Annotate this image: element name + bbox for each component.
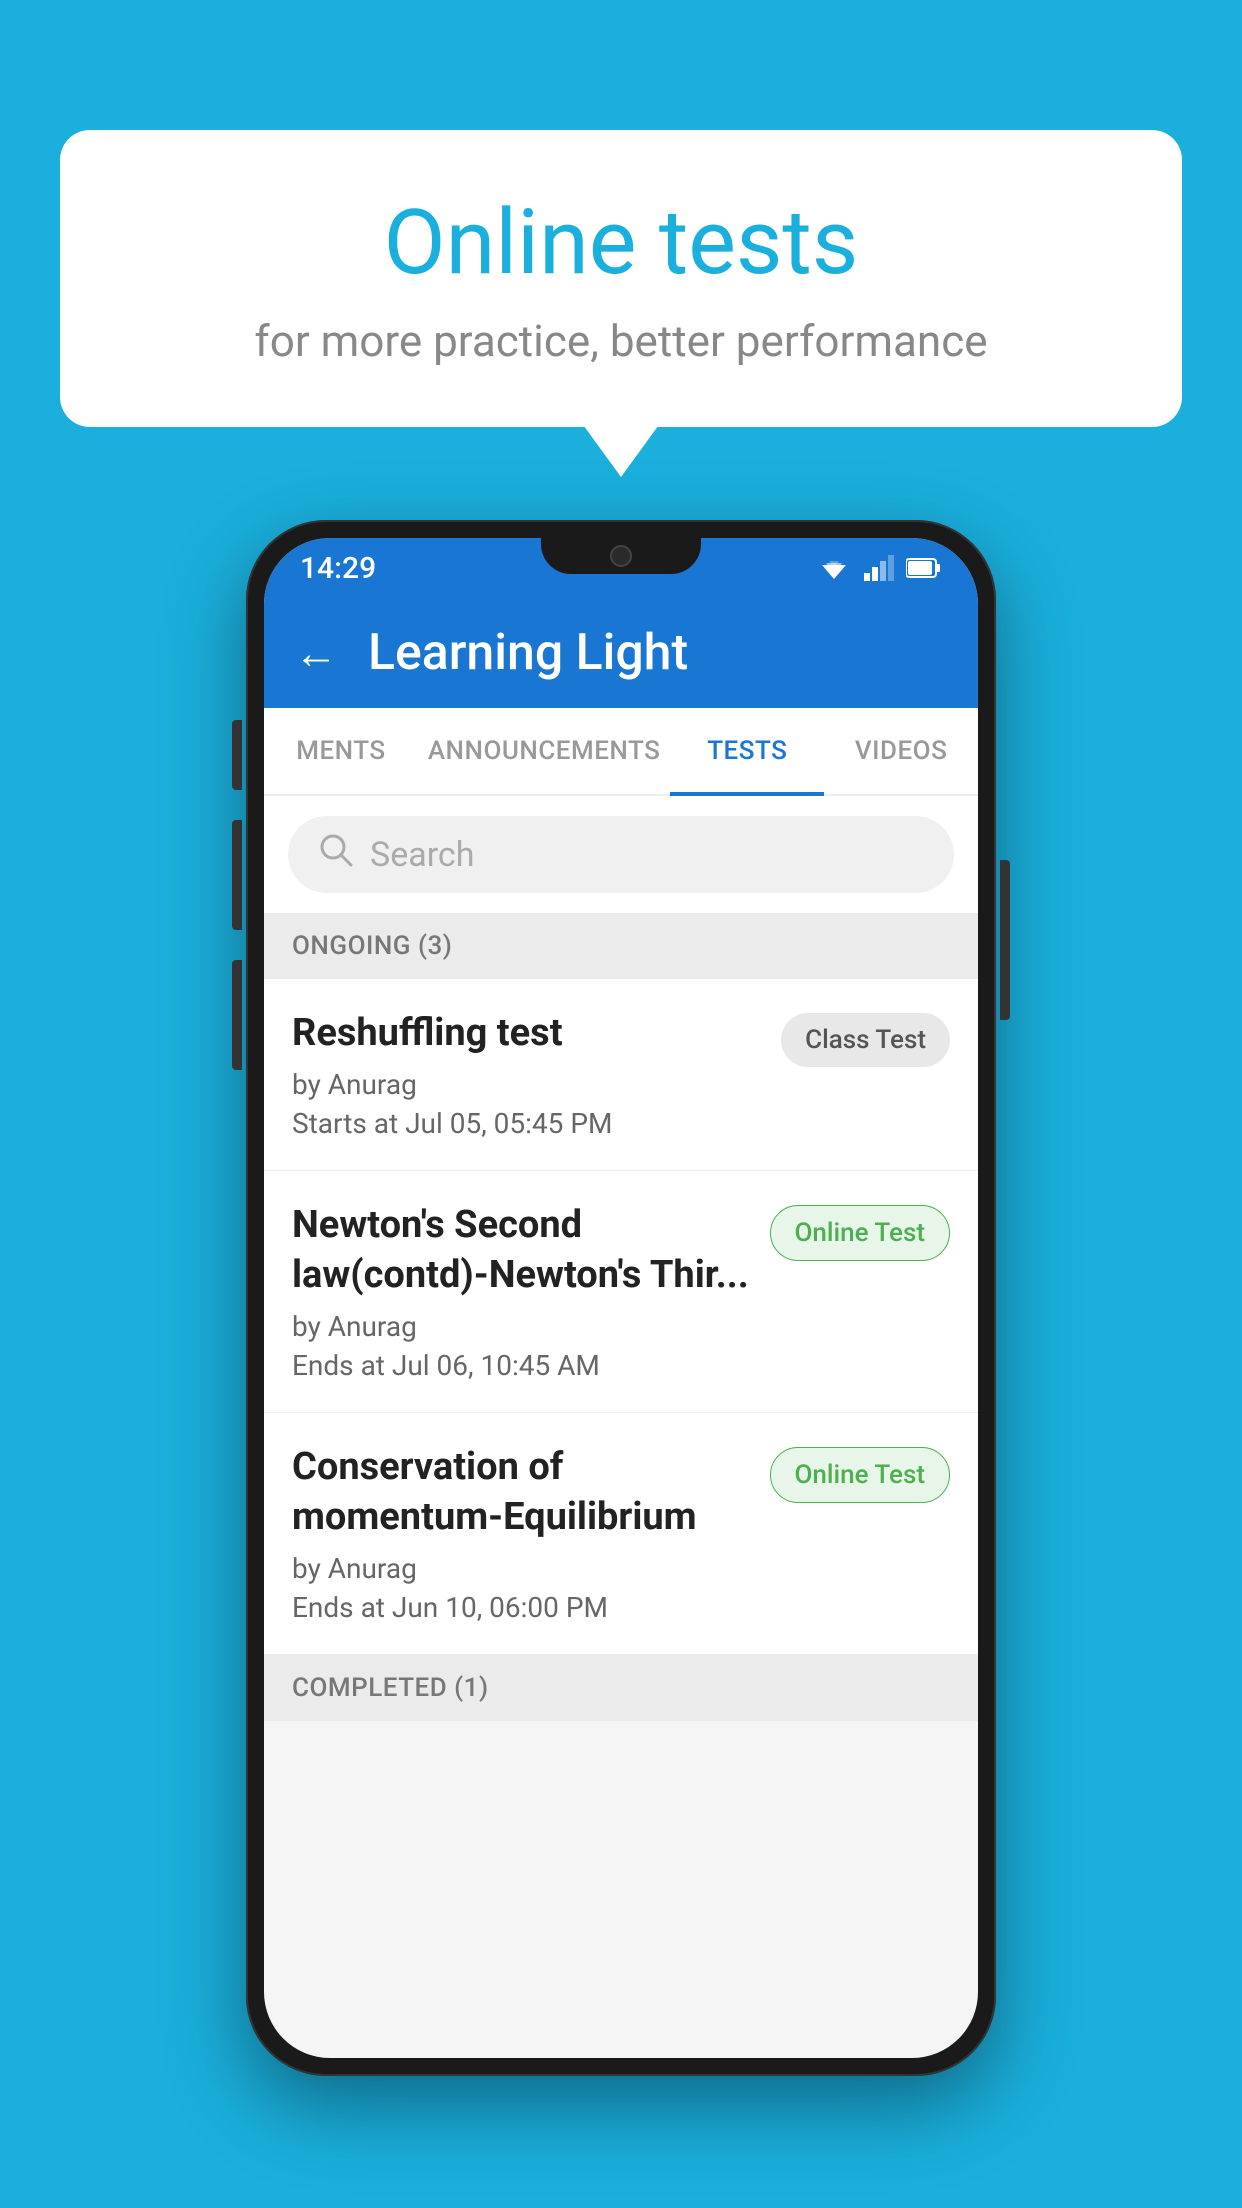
test-list: Reshuffling test by Anurag Starts at Jul… — [264, 979, 978, 1655]
bubble-subtitle: for more practice, better performance — [140, 315, 1102, 367]
test-item[interactable]: Conservation of momentum-Equilibrium by … — [264, 1413, 978, 1655]
online-test-badge: Online Test — [770, 1205, 951, 1261]
test-name: Conservation of momentum-Equilibrium — [292, 1443, 750, 1542]
test-time: Ends at Jul 06, 10:45 AM — [292, 1349, 750, 1382]
search-container: Search — [264, 796, 978, 913]
test-name: Newton's Second law(contd)-Newton's Thir… — [292, 1201, 750, 1300]
phone-outer: 14:29 — [246, 520, 996, 2076]
test-author: by Anurag — [292, 1552, 750, 1585]
battery-icon — [906, 557, 942, 579]
status-time: 14:29 — [300, 551, 376, 586]
test-item[interactable]: Newton's Second law(contd)-Newton's Thir… — [264, 1171, 978, 1413]
test-time: Ends at Jun 10, 06:00 PM — [292, 1591, 750, 1624]
tab-announcements[interactable]: ANNOUNCEMENTS — [418, 708, 671, 794]
power-button — [1000, 860, 1010, 1020]
test-item[interactable]: Reshuffling test by Anurag Starts at Jul… — [264, 979, 978, 1171]
phone-screen: 14:29 — [264, 538, 978, 2058]
test-name: Reshuffling test — [292, 1009, 761, 1058]
test-info: Newton's Second law(contd)-Newton's Thir… — [292, 1201, 770, 1382]
status-icons — [816, 555, 942, 581]
phone-notch — [541, 538, 701, 574]
class-test-badge: Class Test — [781, 1013, 950, 1067]
volume-down-button — [232, 820, 242, 930]
wifi-icon — [816, 555, 852, 581]
search-input[interactable]: Search — [370, 835, 474, 875]
search-bar[interactable]: Search — [288, 816, 954, 893]
online-test-badge-2: Online Test — [770, 1447, 951, 1503]
ongoing-section-header: ONGOING (3) — [264, 913, 978, 979]
test-time: Starts at Jul 05, 05:45 PM — [292, 1107, 761, 1140]
tab-ments[interactable]: MENTS — [264, 708, 418, 794]
front-camera — [610, 545, 632, 567]
search-icon — [318, 832, 354, 877]
speech-bubble-container: Online tests for more practice, better p… — [60, 130, 1182, 427]
test-info: Reshuffling test by Anurag Starts at Jul… — [292, 1009, 781, 1140]
test-info: Conservation of momentum-Equilibrium by … — [292, 1443, 770, 1624]
speech-bubble: Online tests for more practice, better p… — [60, 130, 1182, 427]
tab-tests[interactable]: TESTS — [670, 708, 824, 794]
completed-section-header: COMPLETED (1) — [264, 1655, 978, 1721]
test-author: by Anurag — [292, 1310, 750, 1343]
silent-button — [232, 960, 242, 1070]
bubble-title: Online tests — [140, 190, 1102, 295]
signal-icon — [864, 555, 894, 581]
tab-videos[interactable]: VIDEOS — [824, 708, 978, 794]
app-bar: ← Learning Light — [264, 598, 978, 708]
tabs-container: MENTS ANNOUNCEMENTS TESTS VIDEOS — [264, 708, 978, 796]
test-author: by Anurag — [292, 1068, 761, 1101]
app-title: Learning Light — [368, 624, 688, 682]
phone-wrapper: 14:29 — [246, 520, 996, 2076]
back-button[interactable]: ← — [294, 627, 338, 679]
volume-up-button — [232, 720, 242, 790]
